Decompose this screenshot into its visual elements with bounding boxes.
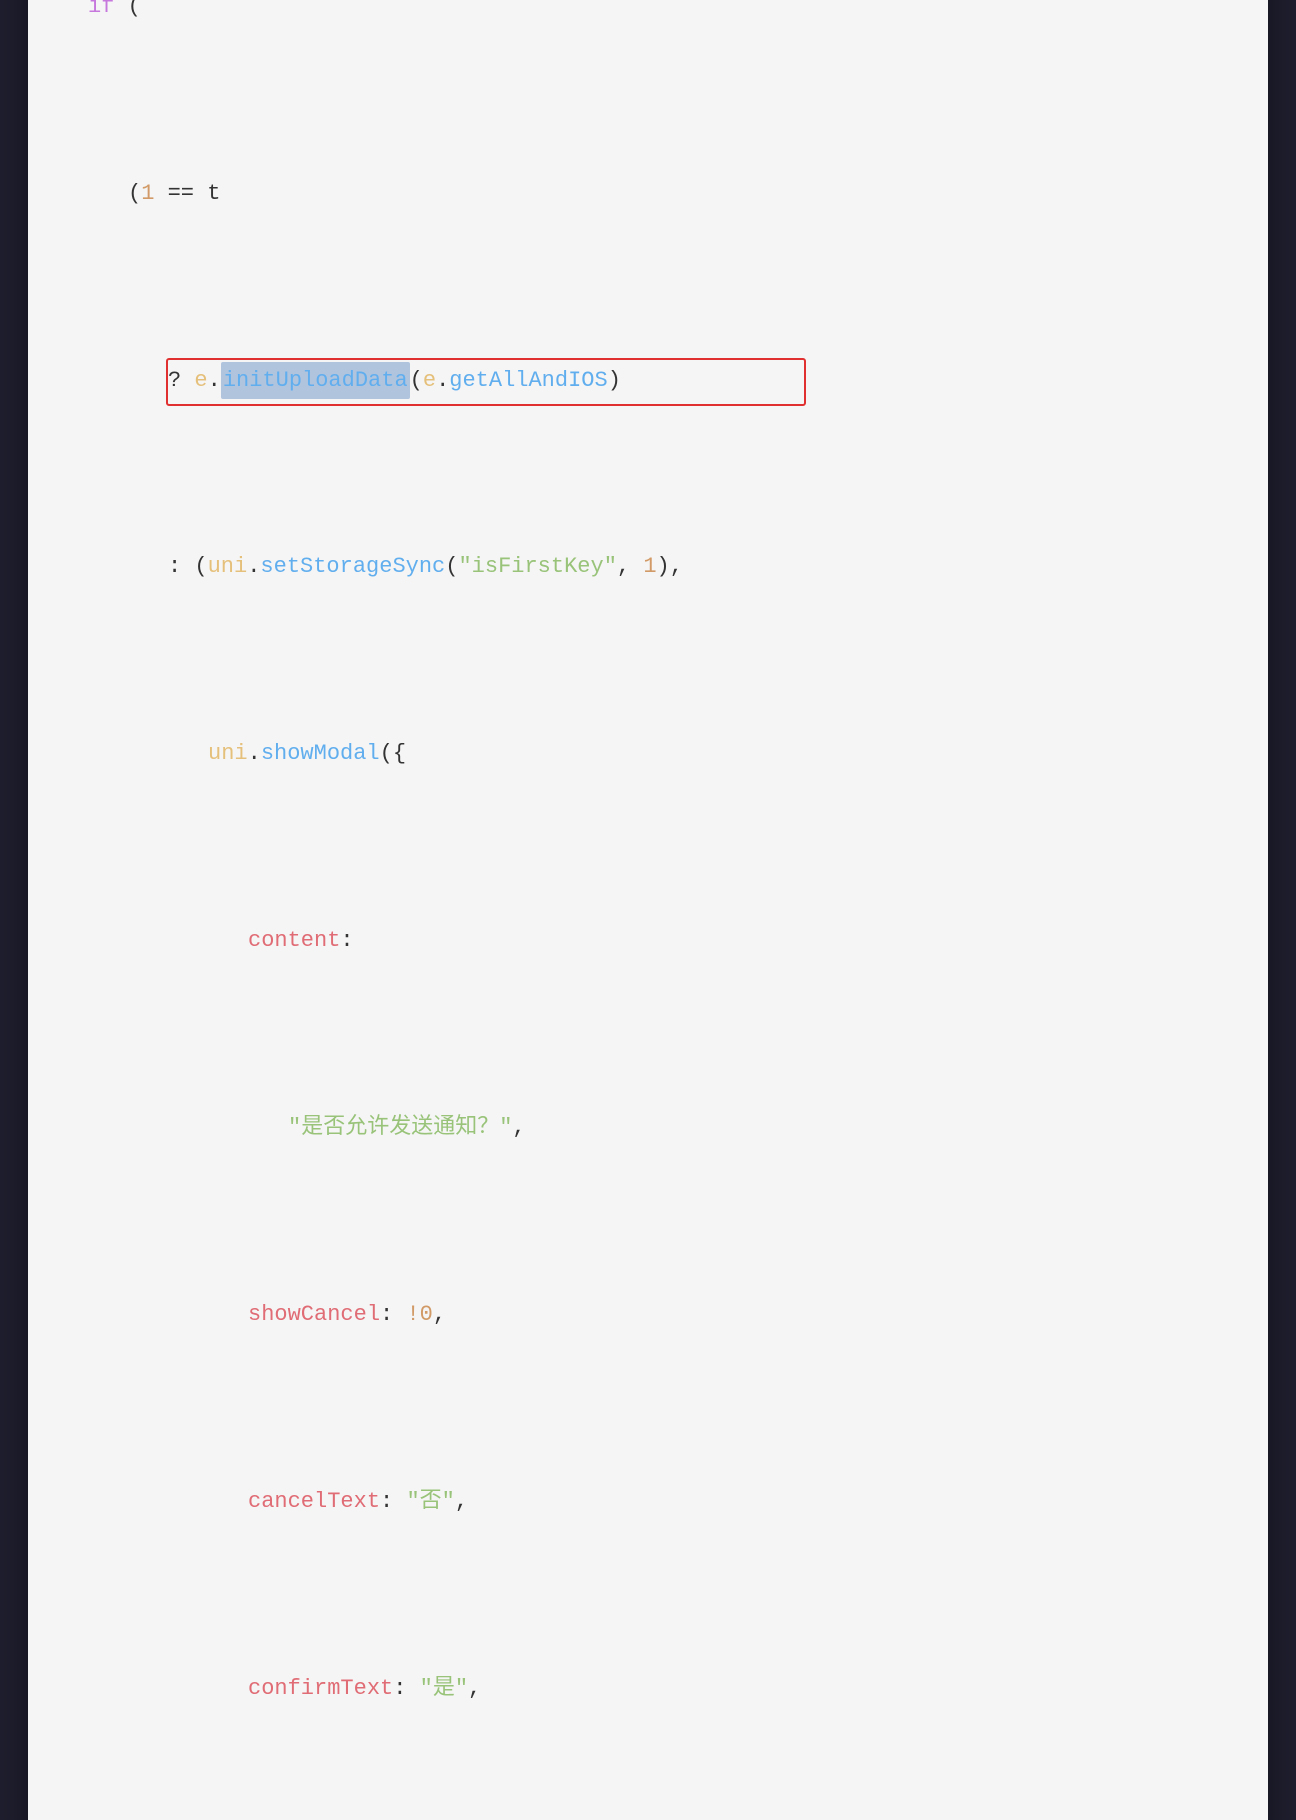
code-line-10: ? e.initUploadData(e.getAllAndIOS) [48,362,1238,399]
code-line-12: uni.showModal({ [48,735,1238,772]
code-content: doContract: function () { _ = uni.getSto… [28,0,1268,1820]
code-line-15: showCancel: !0, [48,1296,1238,1333]
code-editor: doContract: function () { _ = uni.getSto… [28,0,1268,1820]
code-line-13: content: [48,922,1238,959]
code-line-11: : (uni.setStorageSync("isFirstKey", 1), [48,548,1238,585]
code-line-8: if ( [48,0,1238,25]
code-line-17: confirmText: "是", [48,1670,1238,1707]
highlighted-method: initUploadData [221,362,410,399]
code-line-9: (1 == t [48,175,1238,212]
code-line-14: "是否允许发送通知？", [48,1109,1238,1146]
code-line-16: cancelText: "否", [48,1483,1238,1520]
